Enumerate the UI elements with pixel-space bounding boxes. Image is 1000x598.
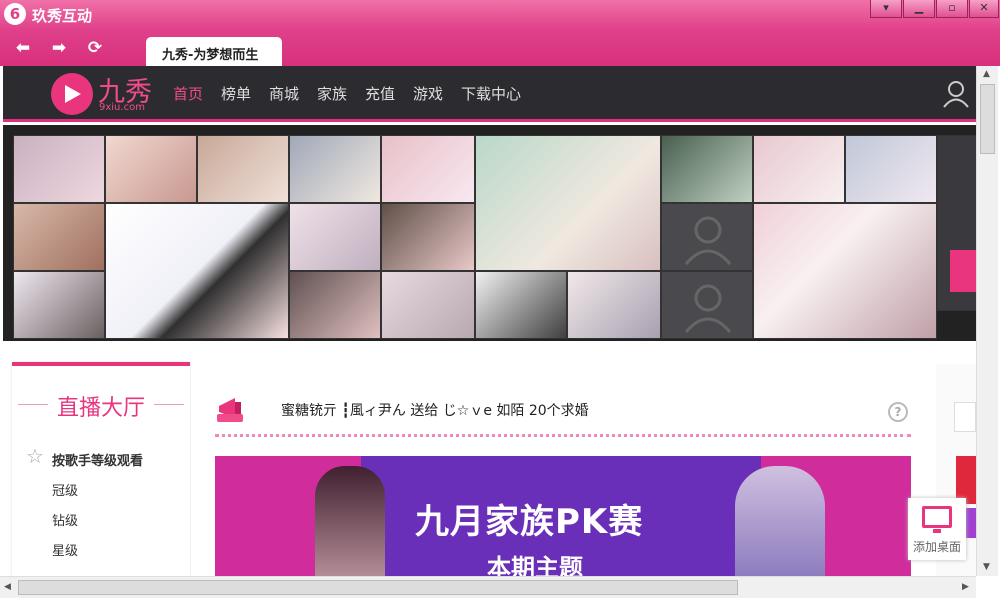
scroll-left-icon[interactable]: ◀ [4, 582, 11, 592]
streamer-thumbnail[interactable] [13, 203, 105, 271]
menu-dropdown-button[interactable]: ▾ [870, 0, 902, 18]
streamer-thumbnail-large[interactable] [105, 203, 289, 339]
level-filter-diamond[interactable]: 钻级 [52, 510, 78, 529]
help-icon[interactable]: ? [888, 402, 908, 422]
sort-by-level-label: 按歌手等级观看 [52, 454, 144, 469]
main-content: 蜜糖铳亓 ┇風ィ尹ん 送给 じ☆ｖe 如陌 20个求婚 ? 九月家族PK赛 本期… [190, 364, 936, 576]
scroll-right-icon[interactable]: ▶ [962, 582, 969, 592]
streamer-banner [3, 125, 976, 341]
promo-subtitle: 本期主题 [487, 554, 583, 576]
avatar-placeholder-icon [684, 216, 732, 265]
streamer-thumbnail[interactable] [475, 271, 567, 339]
streamer-thumbnail[interactable] [289, 135, 381, 203]
promo-title: 九月家族PK赛 [415, 502, 644, 542]
empty-slot-avatar[interactable] [661, 203, 753, 271]
streamer-thumbnail[interactable] [661, 135, 753, 203]
maximize-button[interactable]: ▫ [936, 0, 968, 18]
level-filter-crown[interactable]: 冠级 [52, 480, 78, 499]
streamer-thumbnail[interactable] [105, 135, 197, 203]
horizontal-scrollbar[interactable]: ◀ ▶ [0, 576, 976, 598]
sidebar-title: 直播大厅 [56, 396, 145, 421]
scroll-down-icon[interactable]: ▼ [983, 562, 990, 572]
promo-person-right [735, 466, 825, 576]
nav-games[interactable]: 游戏 [413, 83, 443, 104]
streamer-thumbnail[interactable] [845, 135, 937, 203]
side-red-button[interactable] [956, 456, 976, 504]
site-logo-subtext: 9xiu.com [99, 102, 145, 113]
add-to-desktop-label: 添加桌面 [912, 540, 961, 554]
app-logo-icon: 6 [4, 3, 26, 25]
window-title-bar: 6 玖秀互动 ▾ ▁ ▫ ✕ [0, 0, 1000, 30]
gift-marquee[interactable]: 蜜糖铳亓 ┇風ィ尹ん 送给 じ☆ｖe 如陌 20个求婚 [281, 400, 589, 420]
level-filter-star[interactable]: 星级 [52, 540, 78, 559]
streamer-thumbnail[interactable] [197, 135, 289, 203]
streamer-thumbnail[interactable] [289, 271, 381, 339]
close-button[interactable]: ✕ [969, 0, 999, 18]
streamer-thumbnail[interactable] [567, 271, 661, 339]
nav-home[interactable]: 首页 [173, 83, 203, 104]
divider [215, 434, 911, 437]
scroll-up-icon[interactable]: ▲ [983, 69, 990, 79]
back-icon[interactable]: ⬅ [12, 38, 34, 58]
streamer-thumbnail-large[interactable] [753, 203, 937, 339]
divider [154, 404, 184, 405]
add-to-desktop-button[interactable]: 添加桌面 [908, 498, 966, 560]
family-pk-promo-banner[interactable]: 九月家族PK赛 本期主题 [215, 456, 911, 576]
site-header: 九秀 9xiu.com 首页 榜单 商城 家族 充值 游戏 下载中心 [3, 66, 976, 122]
refresh-icon[interactable]: ⟳ [84, 38, 106, 58]
streamer-thumbnail-large[interactable] [475, 135, 661, 271]
empty-slot-avatar[interactable] [661, 271, 753, 339]
window-title: 玖秀互动 [32, 7, 93, 25]
streamer-thumbnail[interactable] [13, 135, 105, 203]
search-input[interactable] [954, 402, 976, 432]
user-icon[interactable] [943, 80, 969, 108]
tab-home[interactable]: 九秀-为梦想而生 [146, 37, 282, 66]
star-icon: ☆ [26, 444, 44, 468]
monitor-stand [933, 529, 941, 533]
web-content: 九秀 9xiu.com 首页 榜单 商城 家族 充值 游戏 下载中心 直播大厅 … [0, 66, 976, 576]
nav-download[interactable]: 下载中心 [461, 83, 521, 104]
nav-shop[interactable]: 商城 [269, 83, 299, 104]
minimize-button[interactable]: ▁ [903, 0, 935, 18]
megaphone-icon [217, 398, 243, 422]
streamer-thumbnail[interactable] [381, 271, 475, 339]
nav-ranking[interactable]: 榜单 [221, 83, 251, 104]
nav-recharge[interactable]: 充值 [365, 83, 395, 104]
forward-icon[interactable]: ➡ [48, 38, 70, 58]
promo-person-left [315, 466, 385, 576]
monitor-icon [922, 506, 952, 528]
streamer-thumbnail[interactable] [13, 271, 105, 339]
vertical-scrollbar[interactable]: ▲ ▼ [976, 66, 998, 576]
streamer-thumbnail[interactable] [289, 203, 381, 271]
tab-bar: ⬅ ➡ ⟳ 九秀-为梦想而生 [0, 30, 1000, 66]
horizontal-scroll-thumb[interactable] [18, 580, 738, 595]
streamer-thumbnail[interactable] [381, 135, 475, 203]
avatar-placeholder-icon [684, 284, 732, 333]
vertical-scroll-thumb[interactable] [980, 84, 995, 154]
nav-family[interactable]: 家族 [317, 83, 347, 104]
live-hall-sidebar: 直播大厅 ☆ 按歌手等级观看 冠级 钻级 星级 [12, 362, 190, 576]
streamer-thumbnail[interactable] [381, 203, 475, 271]
streamer-thumbnail[interactable] [753, 135, 845, 203]
play-icon [65, 85, 81, 103]
banner-side-button[interactable] [950, 250, 976, 292]
